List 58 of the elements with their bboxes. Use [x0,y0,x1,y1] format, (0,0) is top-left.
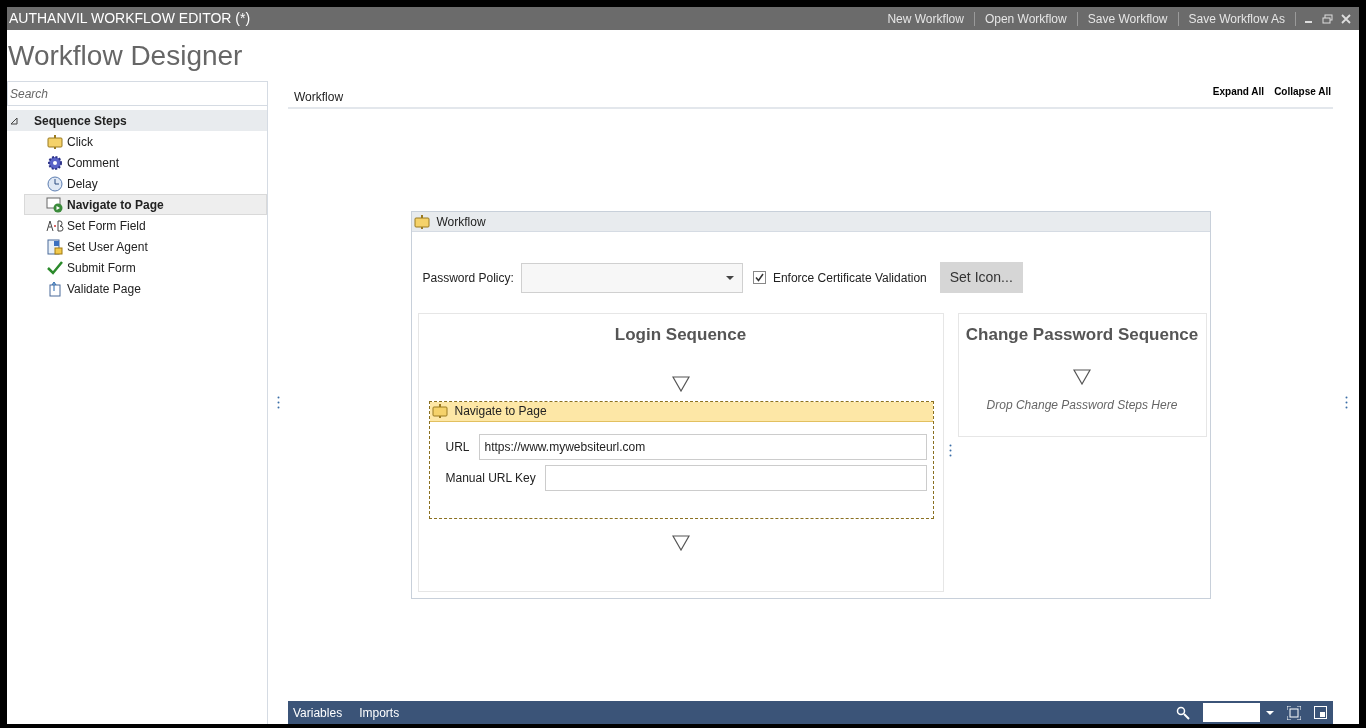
overview-icon[interactable] [1314,706,1327,719]
step-card[interactable]: Navigate to Page URL https://www.mywebsiteurl.com Manual URL Key [428,400,934,519]
toolbar-link[interactable]: Collapse All [1274,84,1331,99]
menu-item[interactable]: Save Workflow [1077,9,1178,28]
breadcrumb[interactable]: Workflow [294,83,344,106]
fit-screen-icon[interactable] [1287,705,1301,720]
close-icon[interactable] [1341,13,1351,24]
zoom-field[interactable] [1203,703,1260,722]
menu-item[interactable]: Open Workflow [974,9,1077,28]
dropdown-arrow-icon [725,275,734,280]
step-title: Navigate to Page [454,403,547,420]
field-label: Password Policy: [422,269,514,287]
drop-hint: Drop Change Password Steps Here [986,396,1178,414]
drop-arrow-icon [1073,368,1091,385]
tree-item[interactable]: Delay [24,173,267,194]
tree-item[interactable]: Click [24,131,267,152]
expand-toggle-icon[interactable] [10,116,18,125]
bottom-tab[interactable]: Variables [293,703,343,722]
tree-item[interactable]: Comment [24,152,267,173]
sequence-title: Change Password Sequence [965,324,1199,346]
text-field[interactable] [544,464,927,491]
menu-item[interactable]: Save Workflow As [1178,9,1295,28]
checkmark-icon [47,260,63,275]
tree-item[interactable]: Set User Agent [24,236,267,257]
resize-handle-icon[interactable] [276,396,280,409]
tree-group-label: Sequence Steps [34,112,127,130]
sequence-title: Login Sequence [614,324,747,346]
bottom-tab[interactable]: Imports [359,703,400,722]
search-field[interactable]: Search [7,81,267,106]
gear-icon [47,154,63,171]
tree-item[interactable]: Validate Page [24,278,267,299]
toolbar-link[interactable]: Expand All [1212,84,1265,99]
tree-item[interactable]: Submit Form [24,257,267,278]
document-icon [47,238,63,255]
set-icon-button[interactable]: Set Icon... [939,262,1023,293]
checkbox-label: Enforce Certificate Validation [772,269,927,287]
resize-handle-icon[interactable] [1344,396,1348,409]
restore-icon[interactable] [1322,13,1333,24]
page-arrow-icon [48,280,62,297]
drop-arrow-icon [671,534,690,551]
drop-arrow-icon [671,375,690,392]
menu-item[interactable]: New Workflow [877,9,974,28]
tree-item[interactable]: Set Form Field [24,215,267,236]
tree-group[interactable]: Sequence Steps [7,110,267,131]
dropdown-arrow-icon[interactable] [1266,710,1274,715]
window-title: AUTHANVIL WORKFLOW EDITOR (*) [9,9,251,28]
field-label: URL [445,438,470,456]
field-label: Manual URL Key [445,469,536,487]
page-play-icon [46,196,64,213]
search-icon[interactable] [1176,705,1190,720]
page-title: Workflow Designer [7,39,244,73]
container-title: Workflow [436,213,486,231]
tree-item[interactable]: Navigate to Page [24,194,267,215]
checkbox[interactable] [752,271,766,284]
checkmark-icon [754,273,764,282]
resize-handle-icon[interactable] [948,444,952,457]
text-field[interactable]: https://www.mywebsiteurl.com [478,433,927,460]
clock-icon [47,175,63,192]
